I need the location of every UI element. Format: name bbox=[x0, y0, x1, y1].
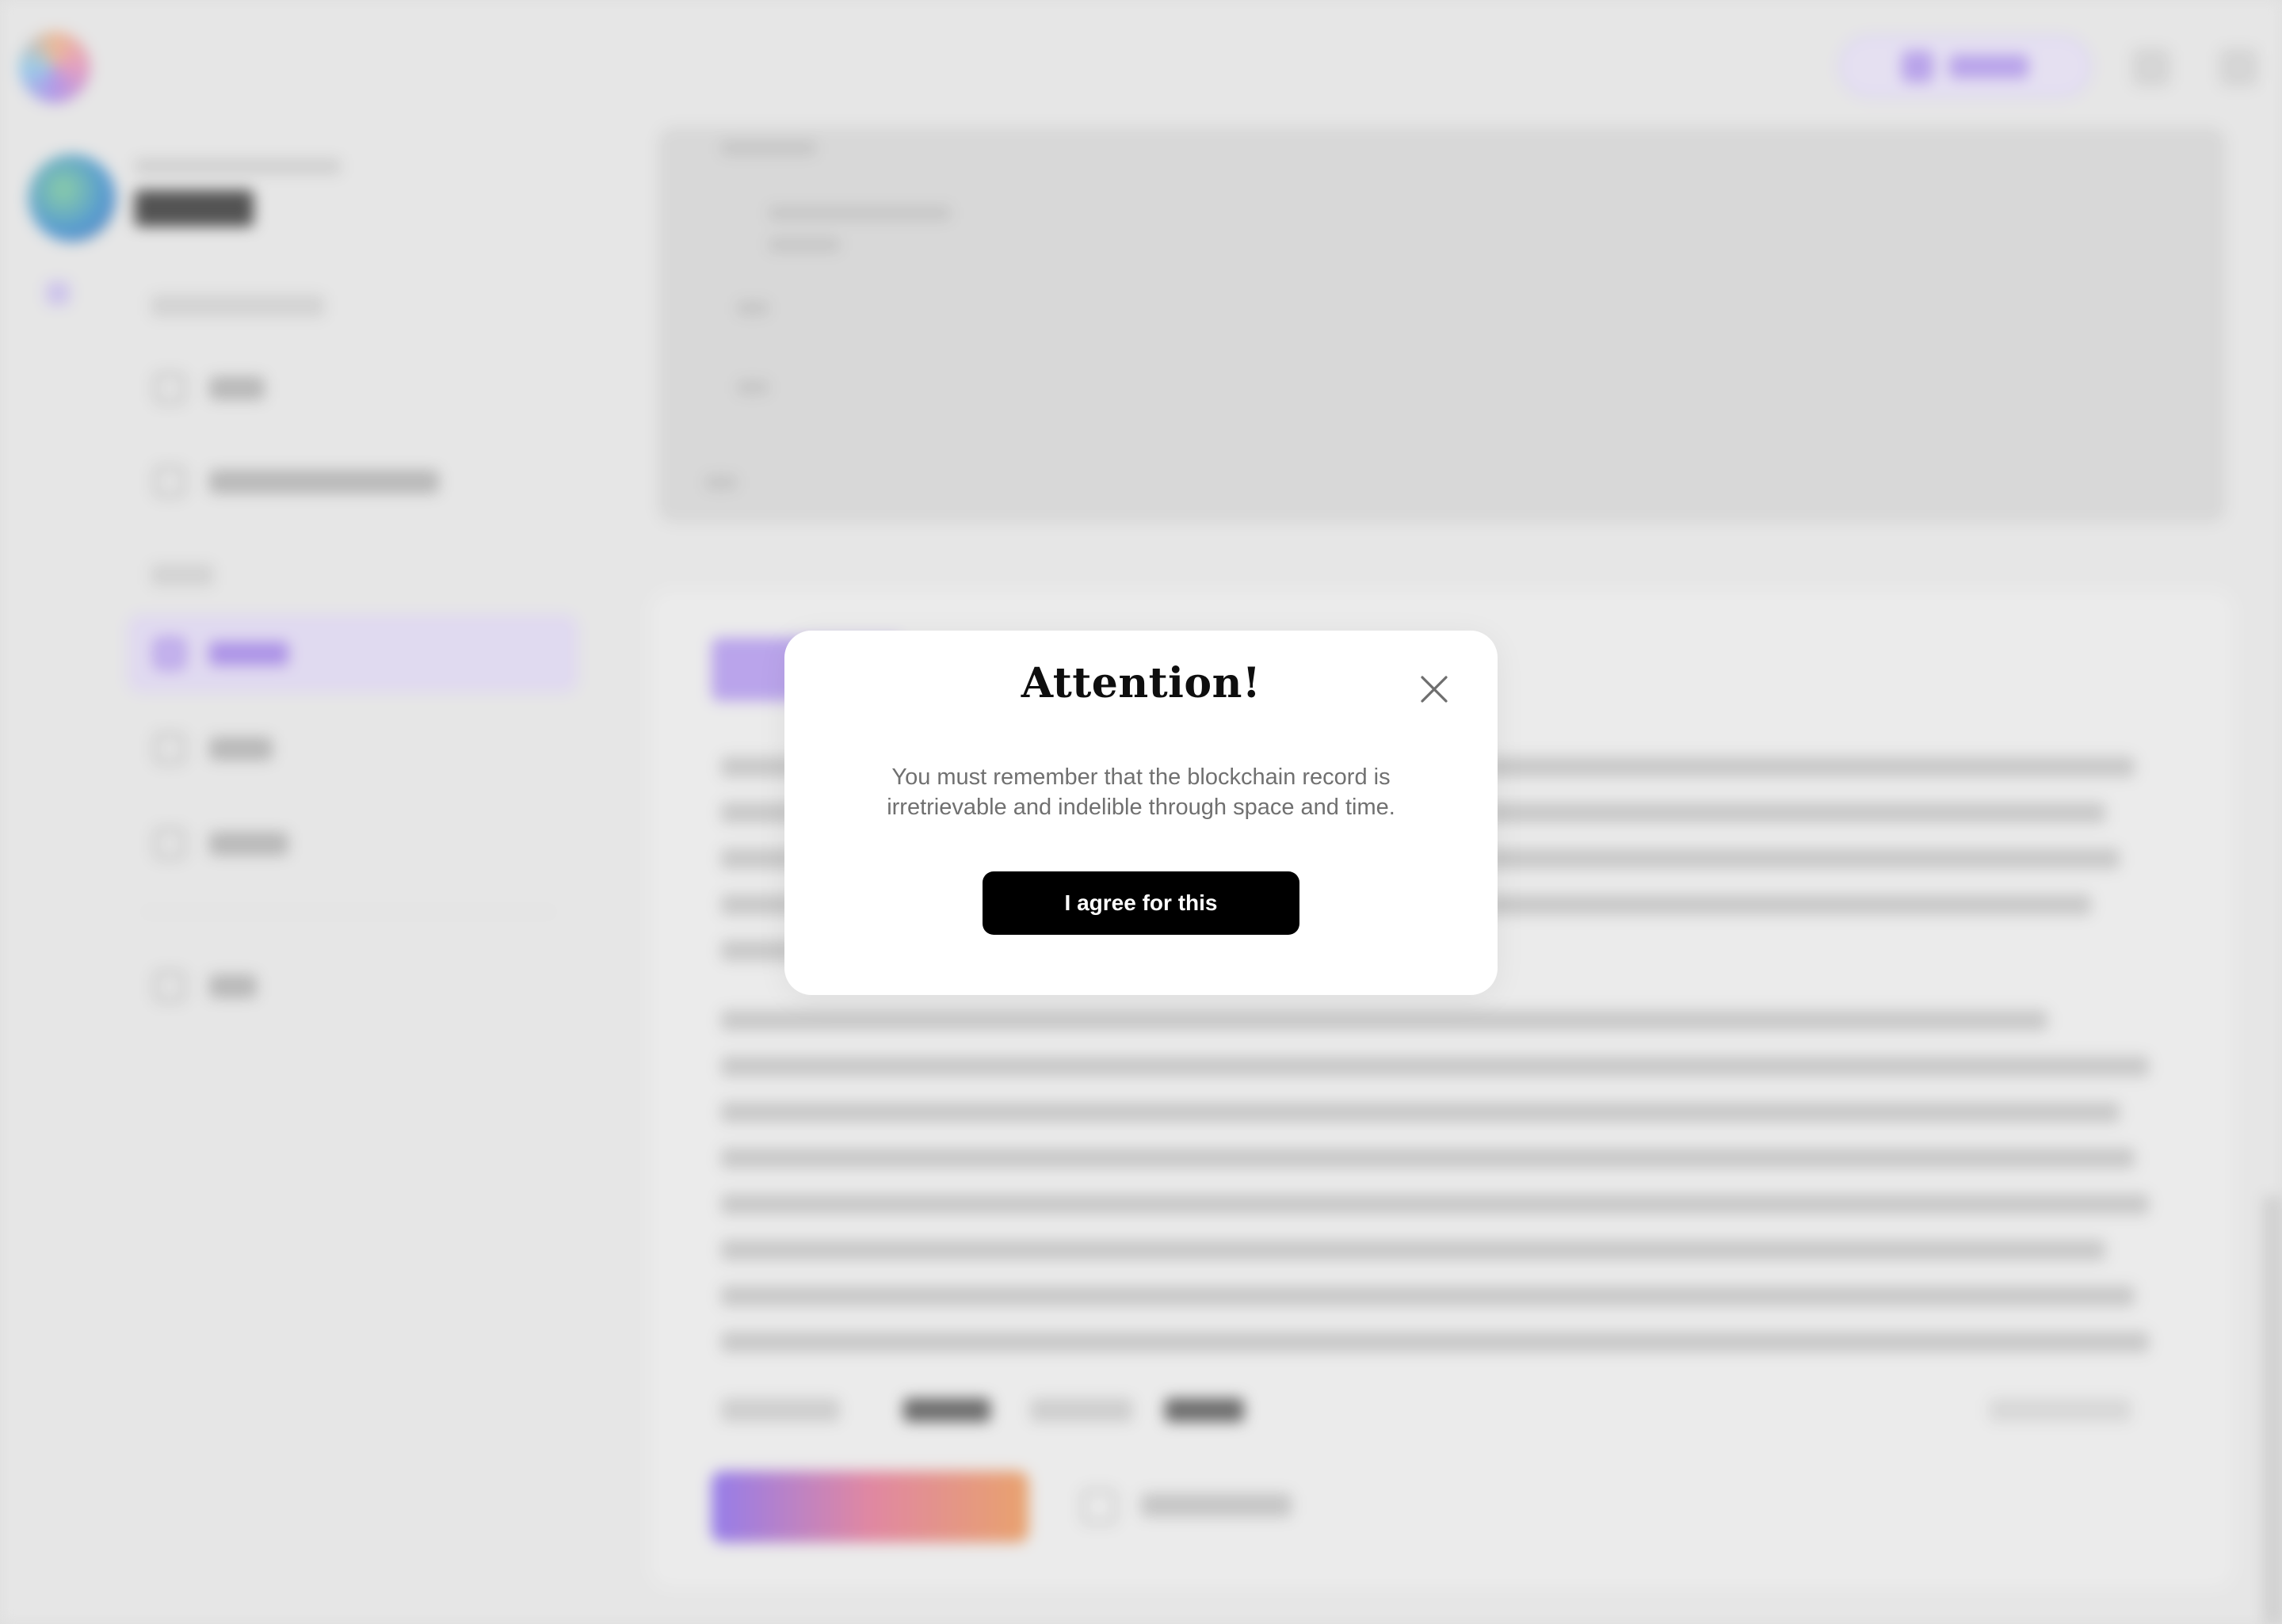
close-icon[interactable] bbox=[1415, 670, 1453, 708]
modal-title: Attention! bbox=[1021, 659, 1261, 707]
agree-button[interactable]: I agree for this bbox=[983, 871, 1299, 935]
modal-message: You must remember that the blockchain re… bbox=[887, 764, 1395, 820]
attention-modal: Attention! You must remember that the bl… bbox=[784, 631, 1498, 995]
